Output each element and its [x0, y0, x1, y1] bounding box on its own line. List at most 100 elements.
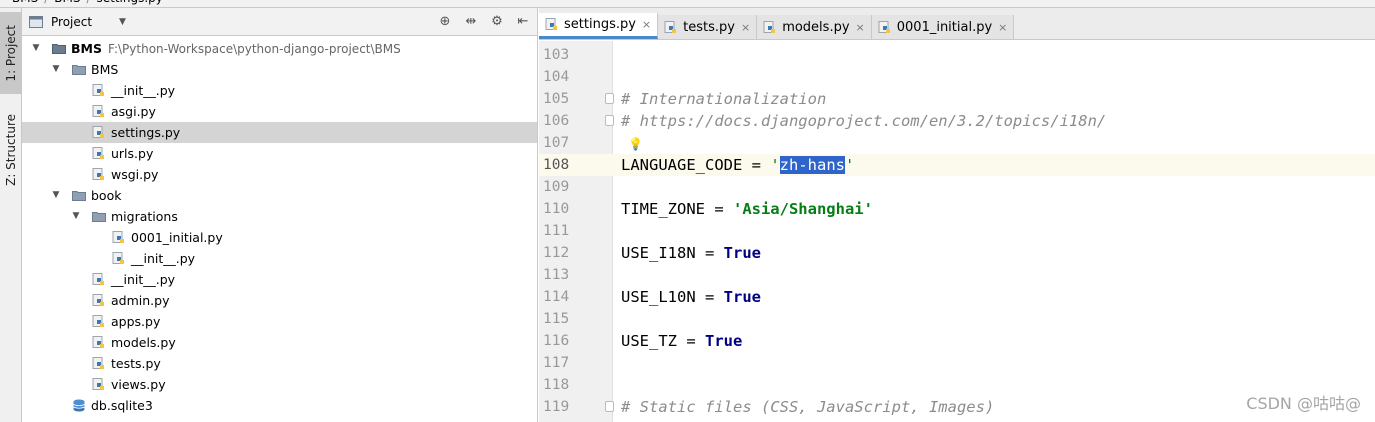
editor-tab-label: tests.py — [683, 19, 735, 35]
editor: settings.py × tests.py × models.py × 0001_init… — [539, 8, 1375, 422]
project-path: F:\Python-Workspace\python-django-projec… — [107, 42, 401, 56]
chevron-down-icon[interactable]: ▼ — [70, 211, 82, 221]
code-line[interactable] — [613, 176, 1375, 198]
python-file-icon — [92, 147, 106, 160]
editor-tab[interactable]: 0001_initial.py × — [871, 15, 1015, 39]
line-number: 103 — [543, 47, 570, 63]
structure-tool-tab[interactable]: Z: Structure — [0, 106, 22, 194]
tree-file-item[interactable]: models.py — [22, 332, 537, 353]
tree-folder-item[interactable]: ▼ BMS — [22, 59, 537, 80]
tree-file-item[interactable]: tests.py — [22, 353, 537, 374]
locate-file-icon[interactable]: ⊕ — [437, 14, 453, 29]
fold-marker-icon[interactable] — [605, 93, 614, 104]
tree-item-label: __init__.py — [131, 251, 196, 266]
tree-item-label: wsgi.py — [111, 167, 159, 182]
editor-tab-bar: settings.py × tests.py × models.py × 0001_init… — [539, 8, 1375, 40]
breadcrumb-item[interactable]: BMS — [54, 0, 80, 5]
code-line[interactable] — [613, 66, 1375, 88]
tree-item-label: 0001_initial.py — [131, 230, 223, 245]
code-line[interactable] — [613, 352, 1375, 374]
tree-item-label: admin.py — [111, 293, 170, 308]
tree-file-item[interactable]: asgi.py — [22, 101, 537, 122]
python-file-icon — [92, 336, 106, 349]
line-number: 106 — [543, 113, 570, 129]
tree-folder-item[interactable]: ▼ migrations — [22, 206, 537, 227]
chevron-down-icon[interactable]: ▼ — [119, 17, 126, 27]
tree-item-label: __init__.py — [111, 83, 176, 98]
code-line[interactable]: # https://docs.djangoproject.com/en/3.2/… — [605, 110, 1375, 132]
tree-file-item[interactable]: wsgi.py — [22, 164, 537, 185]
intention-bulb-icon[interactable]: 💡 — [628, 133, 643, 155]
tree-item-label: BMS — [71, 41, 102, 56]
editor-tab[interactable]: tests.py × — [658, 15, 758, 39]
code-line[interactable] — [613, 220, 1375, 242]
code-line[interactable]: USE_L10N = True — [613, 286, 1375, 308]
tree-file-item[interactable]: apps.py — [22, 311, 537, 332]
chevron-down-icon[interactable]: ▼ — [50, 190, 62, 200]
breadcrumb-item[interactable]: settings.py — [97, 0, 163, 5]
close-icon[interactable]: × — [642, 18, 651, 31]
collapse-all-icon[interactable]: ⇹ — [463, 14, 479, 29]
code-line[interactable]: USE_TZ = True — [613, 330, 1375, 352]
breadcrumb-item[interactable]: BMS — [12, 0, 38, 5]
gear-icon[interactable]: ⚙ — [489, 14, 505, 29]
line-number: 107 — [543, 135, 570, 151]
python-file-icon — [92, 357, 106, 370]
chevron-down-icon[interactable]: ▼ — [30, 43, 42, 53]
tree-file-item[interactable]: settings.py — [22, 122, 537, 143]
code-token: USE_TZ = — [621, 332, 705, 350]
line-number: 114 — [543, 289, 570, 305]
line-number: 105 — [543, 91, 570, 107]
structure-tool-tab-label: Z: Structure — [4, 114, 18, 186]
python-file-icon — [92, 294, 106, 307]
project-view-icon — [29, 15, 43, 28]
code-token: LANGUAGE_CODE = — [621, 156, 771, 174]
tree-file-item[interactable]: __init__.py — [22, 269, 537, 290]
folder-icon — [72, 189, 86, 202]
hide-panel-icon[interactable]: ⇤ — [515, 14, 531, 29]
code-line[interactable]: LANGUAGE_CODE = 'zh-hans' — [613, 154, 1375, 176]
tree-file-item[interactable]: views.py — [22, 374, 537, 395]
tree-item-label: apps.py — [111, 314, 161, 329]
editor-tab[interactable]: settings.py × — [539, 13, 659, 39]
code-line[interactable] — [613, 264, 1375, 286]
code-token: True — [705, 332, 743, 350]
chevron-down-icon[interactable]: ▼ — [50, 64, 62, 74]
close-icon[interactable]: × — [856, 21, 865, 34]
python-file-icon — [92, 105, 106, 118]
python-file-icon — [92, 84, 106, 97]
project-tool-tab[interactable]: 1: Project — [0, 12, 22, 94]
tree-folder-item[interactable]: ▼ BMS F:\Python-Workspace\python-django-pr… — [22, 38, 537, 59]
code-line[interactable] — [613, 44, 1375, 66]
tree-file-item[interactable]: 0001_initial.py — [22, 227, 537, 248]
code-line[interactable]: # Internationalization — [605, 88, 1375, 110]
tree-file-item[interactable]: urls.py — [22, 143, 537, 164]
code-line[interactable]: TIME_ZONE = 'Asia/Shanghai' — [613, 198, 1375, 220]
code-line[interactable]: 💡 — [613, 132, 1375, 154]
fold-marker-icon[interactable] — [605, 401, 614, 412]
python-file-icon — [92, 273, 106, 286]
python-file-icon — [112, 252, 126, 265]
tree-file-item[interactable]: db.sqlite3 — [22, 395, 537, 416]
breadcrumb-separator: / — [44, 0, 48, 5]
editor-tab[interactable]: models.py × — [757, 15, 872, 39]
tree-file-item[interactable]: __init__.py — [22, 248, 537, 269]
python-file-icon — [878, 20, 892, 34]
close-icon[interactable]: × — [998, 21, 1007, 34]
editor-tab-label: models.py — [782, 19, 850, 35]
fold-marker-icon[interactable] — [605, 115, 614, 126]
python-file-icon — [92, 126, 106, 139]
tree-file-item[interactable]: __init__.py — [22, 80, 537, 101]
tree-folder-item[interactable]: ▼ book — [22, 185, 537, 206]
python-file-icon — [92, 315, 106, 328]
code-line[interactable]: USE_I18N = True — [613, 242, 1375, 264]
project-view-selector[interactable]: Project — [51, 15, 92, 29]
close-icon[interactable]: × — [741, 21, 750, 34]
tree-file-item[interactable]: admin.py — [22, 290, 537, 311]
code-token: # Internationalization — [621, 90, 827, 108]
code-line[interactable] — [613, 308, 1375, 330]
selected-text: zh-hans — [779, 156, 845, 174]
code-token: TIME_ZONE = — [621, 200, 733, 218]
code-area[interactable]: # Internationalization # https://docs.dja… — [605, 41, 1375, 422]
project-panel: Project ▼ ⊕ ⇹ ⚙ ⇤ ▼ BMS F:\Python-Workspac… — [22, 8, 538, 422]
